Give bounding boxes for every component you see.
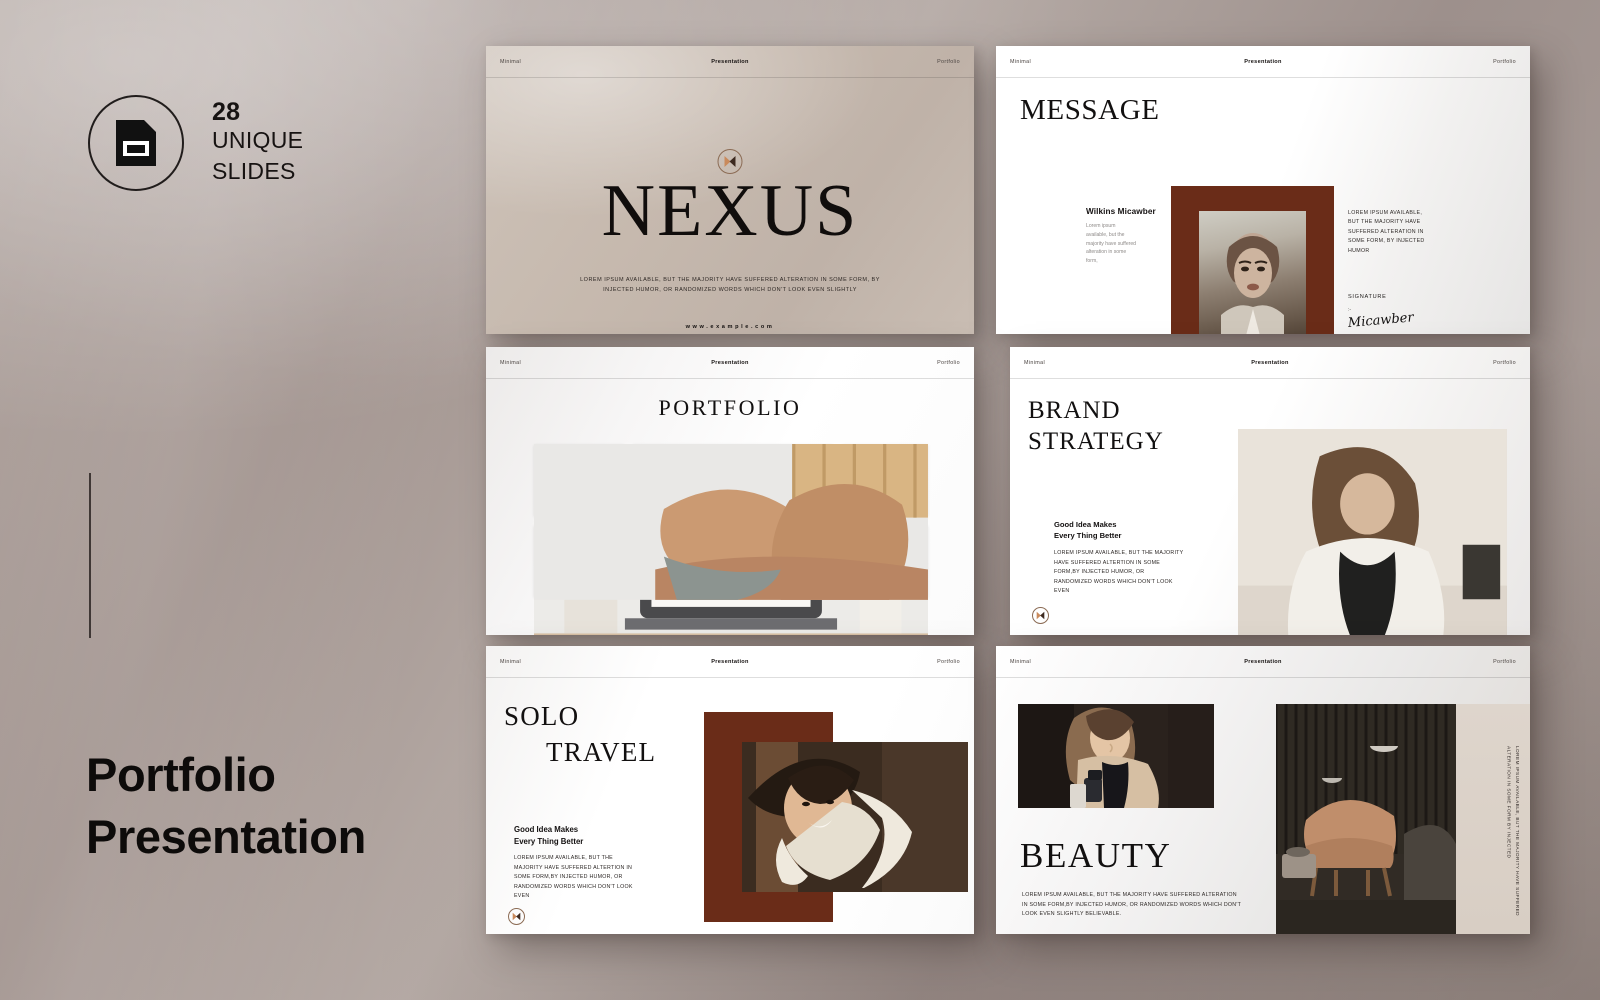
slide-thumbnail-portfolio[interactable]: Minimal Presentation Portfolio PORTFOLIO: [486, 347, 974, 635]
brand-mark-icon: [1032, 607, 1049, 624]
slide-subheading: Good Idea Makes Every Thing Better: [1054, 519, 1122, 542]
header-center-label: Presentation: [1244, 658, 1282, 665]
strategy-cards: Creative LOREM IPSUM AVAILABLE, BUT THE …: [1238, 429, 1507, 635]
slide-title: BEAUTY: [1020, 836, 1172, 875]
slide-title-line-2: TRAVEL: [546, 737, 657, 768]
slide-header: Minimal Presentation Portfolio: [996, 646, 1530, 678]
subheading-line-1: Good Idea Makes: [1054, 520, 1117, 529]
portrait-photo: [1199, 211, 1306, 334]
person-name: Wilkins Micawber: [1086, 207, 1156, 216]
right-paragraph: LOREM IPSUM AVAILABLE, BUT THE MAJORITY …: [1348, 210, 1425, 254]
slide-document-icon: [116, 120, 156, 166]
gallery-row: [534, 444, 928, 635]
beauty-portrait-photo: [1018, 704, 1214, 808]
slide-thumbnail-message[interactable]: Minimal Presentation Portfolio MESSAGE W…: [996, 46, 1530, 334]
side-panel: LOREM IPSUM AVAILABLE, BUT THE MAJORITY …: [1456, 704, 1530, 934]
slide-title: BRAND STRATEGY: [1028, 395, 1164, 458]
slide-paragraph: LOREM IPSUM AVAILABLE, BUT THE MAJORITY …: [1054, 550, 1184, 595]
slide-title-line-1: SOLO: [504, 701, 580, 731]
strategy-card[interactable]: Agency LOREM IPSUM AVAILABLE, BUT THE MA…: [1238, 429, 1507, 635]
subheading-line-2: Every Thing Better: [514, 836, 584, 846]
header-right-label: Portfolio: [937, 58, 960, 65]
signature-dash: :-: [1348, 307, 1352, 313]
vertical-line-1: LOREM IPSUM AVAILABLE, BUT THE MAJORITY …: [1515, 746, 1520, 916]
travel-photo: [742, 742, 968, 892]
header-right-label: Portfolio: [1493, 359, 1516, 366]
slide-url: www.example.com: [685, 324, 775, 330]
slide-header: Minimal Presentation Portfolio: [486, 46, 974, 78]
portfolio-gallery-grid: [534, 444, 928, 635]
signature-label: SIGNATURE: [1348, 294, 1387, 300]
header-right-label: Portfolio: [1493, 658, 1516, 665]
interior-room-photo: [1276, 704, 1456, 934]
vertical-line-2: ALTERATION IN SOME FORM BY INJECTED: [1506, 746, 1512, 859]
slide-title: NEXUS: [601, 170, 859, 252]
badge-circle: [88, 95, 184, 191]
header-center-label: Presentation: [711, 658, 749, 665]
slide-header: Minimal Presentation Portfolio: [1010, 347, 1530, 379]
brand-mark-icon: [508, 908, 525, 925]
header-right-label: Portfolio: [937, 359, 960, 366]
slide-title-line-1: BRAND: [1028, 397, 1121, 424]
person-paragraph: Lorem ipsum available, but the majority …: [1086, 223, 1137, 264]
slides-count: 28: [212, 98, 241, 126]
slide-thumbnail-brand-strategy[interactable]: Minimal Presentation Portfolio BRAND STR…: [1010, 347, 1530, 635]
slide-paragraph: LOREM IPSUM AVAILABLE, BUT THE MAJORITY …: [1022, 892, 1242, 918]
header-center-label: Presentation: [1251, 359, 1289, 366]
page-title: Portfolio Presentation: [86, 744, 366, 867]
slide-paragraph: LOREM IPSUM AVAILABLE, BUT THE MAJORITY …: [514, 855, 633, 900]
slide-title: PORTFOLIO: [658, 395, 802, 420]
header-center-label: Presentation: [711, 58, 749, 65]
slide-header: Minimal Presentation Portfolio: [996, 46, 1530, 78]
left-info-panel: 28 UNIQUE SLIDES Portfolio Presentation: [0, 0, 470, 1000]
slide-subtitle: LOREM IPSUM AVAILABLE, BUT THE MAJORITY …: [580, 277, 880, 294]
gallery-item-sofa[interactable]: [534, 444, 928, 600]
header-right-label: Portfolio: [1493, 58, 1516, 65]
slide-thumbnail-nexus[interactable]: Minimal Presentation Portfolio NEXUS LOR…: [486, 46, 974, 334]
slide-thumbnail-beauty[interactable]: Minimal Presentation Portfolio BEAUTY LO…: [996, 646, 1530, 934]
slide-header: Minimal Presentation Portfolio: [486, 347, 974, 379]
subheading-line-1: Good Idea Makes: [514, 825, 579, 834]
slide-title: SOLO TRAVEL: [504, 698, 656, 771]
header-right-label: Portfolio: [937, 658, 960, 665]
slide-title-line-2: STRATEGY: [1028, 428, 1164, 456]
card-image-agency: [1238, 429, 1507, 635]
page-title-line-1: Portfolio: [86, 748, 276, 801]
unique-slides-badge: 28 UNIQUE SLIDES: [88, 95, 303, 191]
subheading-line-2: Every Thing Better: [1054, 531, 1122, 541]
vertical-divider: [89, 473, 91, 638]
badge-line-1: UNIQUE: [212, 127, 304, 154]
slide-header: Minimal Presentation Portfolio: [486, 646, 974, 678]
badge-line-2: SLIDES: [212, 157, 296, 184]
vertical-paragraph: LOREM IPSUM AVAILABLE, BUT THE MAJORITY …: [1504, 746, 1521, 916]
slide-thumbnail-solo-travel[interactable]: Minimal Presentation Portfolio SOLO TRAV…: [486, 646, 974, 934]
slide-title: MESSAGE: [1020, 94, 1160, 126]
header-center-label: Presentation: [1244, 58, 1282, 65]
header-center-label: Presentation: [711, 359, 749, 366]
page-title-line-2: Presentation: [86, 809, 366, 863]
slide-subheading: Good Idea Makes Every Thing Better: [514, 824, 583, 847]
